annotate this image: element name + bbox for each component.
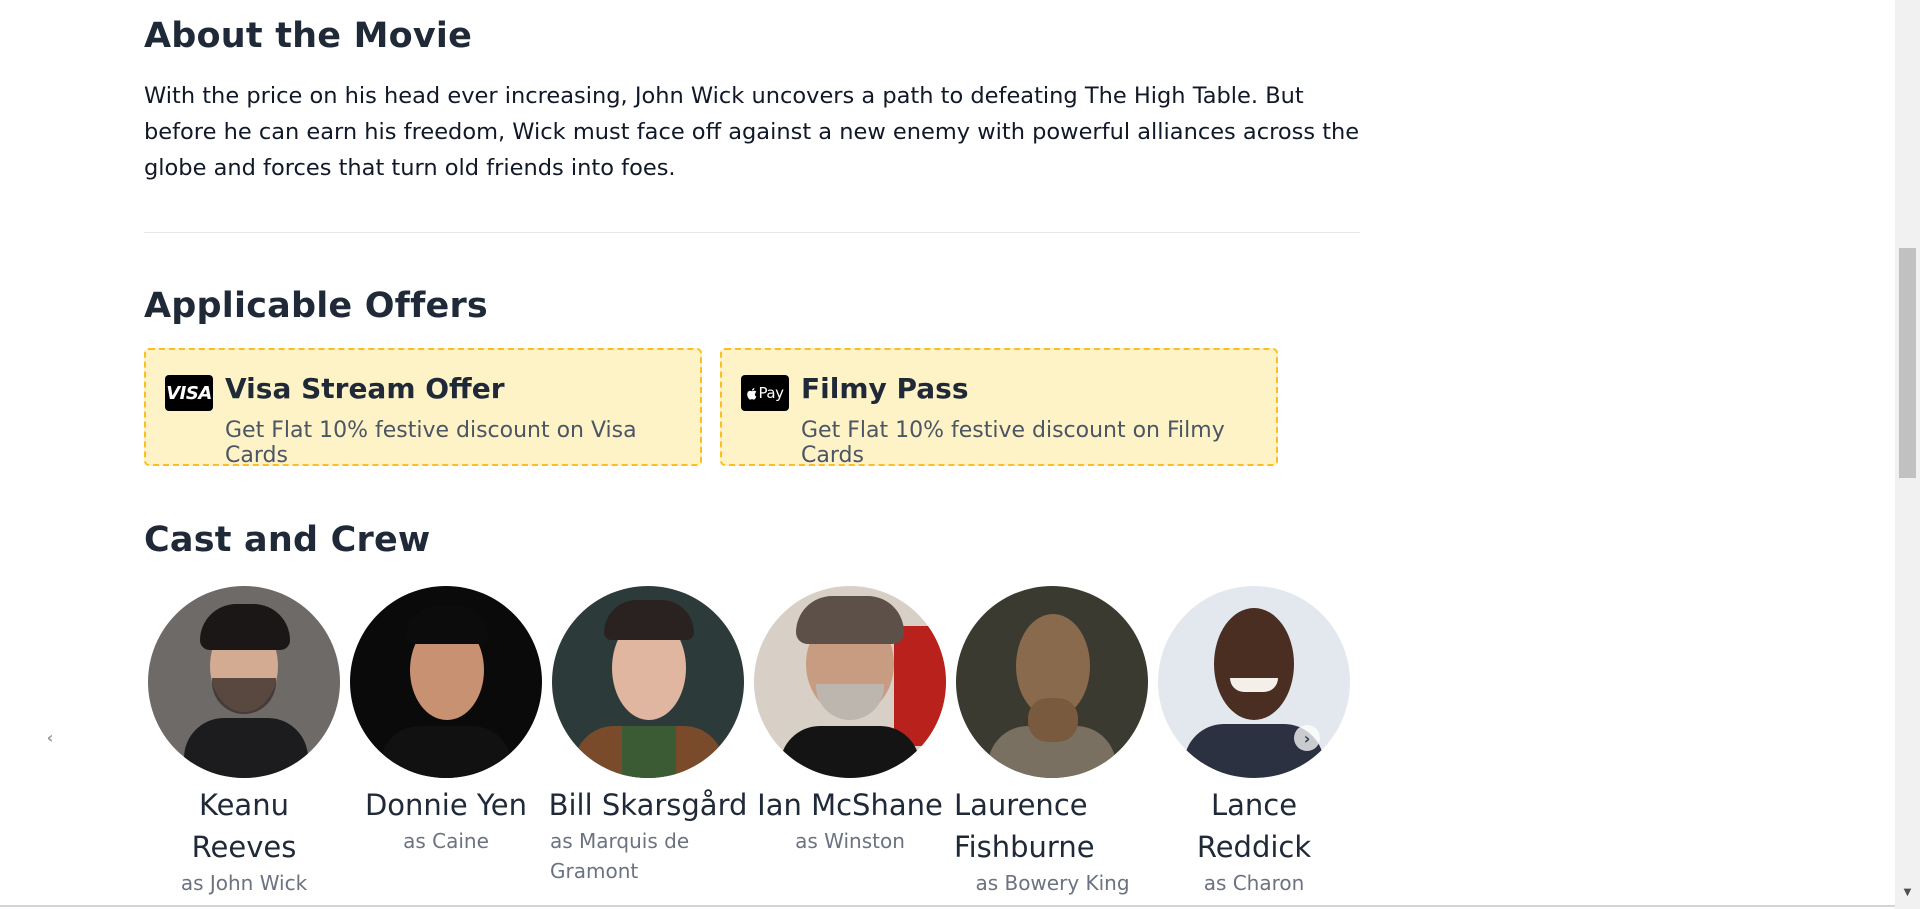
avatar	[552, 586, 744, 778]
cast-member[interactable]: Laurence Fishburne as Bowery King	[952, 586, 1152, 898]
cast-role: as Winston	[795, 829, 905, 853]
offer-title: Visa Stream Offer	[225, 372, 505, 405]
offers-heading: Applicable Offers	[144, 286, 488, 326]
apple-logo-icon	[746, 387, 756, 400]
apple-pay-label: Pay	[758, 384, 784, 402]
cast-name: Ian McShane	[757, 788, 943, 822]
offers-list: VISA Visa Stream Offer Get Flat 10% fest…	[144, 348, 1278, 468]
cast-role: as Caine	[403, 829, 489, 853]
section-divider	[144, 232, 1360, 233]
cast-role: as Charon	[1203, 871, 1305, 895]
avatar	[350, 586, 542, 778]
cast-role: as Marquis de Gramont	[550, 829, 690, 883]
scrollbar-thumb[interactable]	[1899, 248, 1916, 478]
scroll-down-arrow-icon[interactable]: ▼	[1899, 884, 1916, 901]
visa-icon: VISA	[165, 375, 213, 411]
cast-member[interactable]: Donnie Yen as Caine	[346, 586, 546, 856]
avatar	[148, 586, 340, 778]
cast-carousel: Keanu Reeves as John Wick Donnie Yen as …	[144, 586, 1360, 906]
carousel-next-arrow-icon[interactable]: ›	[1294, 725, 1320, 751]
cast-name: Bill Skarsgård	[548, 788, 748, 822]
offer-description: Get Flat 10% festive discount on Filmy C…	[801, 418, 1225, 468]
about-heading: About the Movie	[144, 16, 473, 56]
carousel-prev-arrow-icon[interactable]: ‹	[37, 724, 63, 750]
cast-role: as John Wick	[180, 871, 308, 895]
avatar	[1158, 586, 1350, 778]
offer-card-filmy-pass[interactable]: Pay Filmy Pass Get Flat 10% festive disc…	[720, 348, 1278, 468]
cast-member[interactable]: Keanu Reeves as John Wick	[144, 586, 344, 898]
page: About the Movie With the price on his he…	[0, 0, 1920, 909]
cast-name: Donnie Yen	[364, 788, 528, 822]
apple-pay-icon: Pay	[741, 375, 789, 411]
cast-member[interactable]: Bill Skarsgård as Marquis de Gramont	[548, 586, 748, 886]
offer-description: Get Flat 10% festive discount on Visa Ca…	[225, 418, 637, 468]
cast-name: Keanu Reeves	[191, 788, 297, 864]
page-bottom-border	[0, 905, 1895, 907]
cast-member[interactable]: Lance Reddick as Charon	[1154, 586, 1354, 898]
cast-heading: Cast and Crew	[144, 520, 431, 560]
cast-name: Laurence Fishburne	[954, 788, 1095, 864]
offer-card-visa[interactable]: VISA Visa Stream Offer Get Flat 10% fest…	[144, 348, 702, 468]
cast-role: as Bowery King	[975, 871, 1130, 895]
about-description: With the price on his head ever increasi…	[144, 83, 1360, 181]
avatar	[956, 586, 1148, 778]
avatar	[754, 586, 946, 778]
offer-title: Filmy Pass	[801, 372, 969, 405]
cast-member[interactable]: Ian McShane as Winston	[750, 586, 950, 856]
cast-name: Lance Reddick	[1196, 788, 1312, 864]
